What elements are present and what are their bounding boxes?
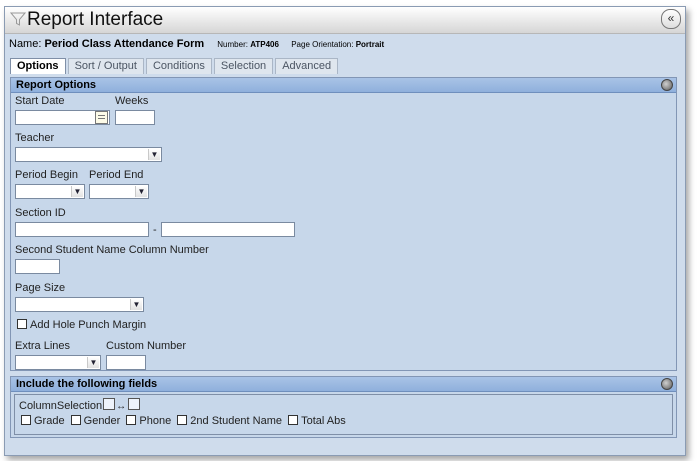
chevron-down-icon: ▼	[148, 149, 160, 160]
number-info: Number: ATP406	[217, 40, 279, 49]
grade-label: Grade	[34, 415, 65, 427]
number-label: Number:	[217, 40, 248, 49]
tab-conditions[interactable]: Conditions	[145, 58, 212, 74]
collapse-circle-icon[interactable]	[661, 79, 673, 91]
total-abs-label: Total Abs	[301, 415, 346, 427]
field-phone: Phone	[126, 415, 171, 427]
second-student-column-input[interactable]	[15, 259, 60, 274]
funnel-icon	[10, 12, 26, 26]
checklist-icon[interactable]	[128, 398, 141, 410]
report-name-bar: Name: Period Class Attendance Form Numbe…	[9, 38, 384, 50]
start-date-label: Start Date	[15, 95, 65, 107]
column-selection-label: ColumnSelection	[19, 400, 103, 412]
phone-label: Phone	[139, 415, 172, 427]
hole-punch-checkbox[interactable]	[17, 319, 27, 329]
grade-checkbox[interactable]	[21, 415, 31, 425]
total-abs-checkbox[interactable]	[288, 415, 299, 425]
tab-selection[interactable]: Selection	[213, 58, 274, 74]
period-begin-label: Period Begin	[15, 169, 78, 181]
second-student-name-checkbox[interactable]	[177, 415, 188, 425]
orientation-info: Page Orientation: Portrait	[291, 40, 384, 49]
report-name: Period Class Attendance Form	[44, 38, 205, 50]
chevron-down-icon: ▼	[130, 299, 142, 310]
custom-number-label: Custom Number	[106, 340, 187, 352]
include-fields-title: Include the following fields	[16, 378, 158, 390]
window-title: Report Interface	[27, 9, 164, 30]
report-options-header: Report Options	[11, 78, 676, 93]
name-label: Name:	[9, 38, 42, 50]
field-gender: Gender	[70, 415, 121, 427]
teacher-label: Teacher	[15, 132, 55, 144]
column-selection-row: ColumnSelection ↔	[19, 398, 141, 412]
chevron-down-icon: ▼	[135, 186, 147, 197]
start-date-input[interactable]	[15, 110, 110, 125]
column-selection-box: ColumnSelection ↔ Grade Gender Phone 2nd …	[14, 394, 673, 435]
weeks-label: Weeks	[115, 95, 149, 107]
custom-number-input[interactable]	[106, 355, 146, 370]
section-id-from-input[interactable]	[15, 222, 149, 237]
report-interface-window: Report Interface « Name: Period Class At…	[4, 6, 686, 456]
orientation-label: Page Orientation:	[291, 40, 354, 49]
field-2nd-student-name: 2nd Student Name	[177, 415, 282, 427]
section-id-label: Section ID	[15, 207, 66, 219]
tab-bar: Options Sort / Output Conditions Selecti…	[10, 58, 340, 74]
section-id-to-input[interactable]	[161, 222, 295, 237]
hole-punch-label: Add Hole Punch Margin	[30, 319, 147, 331]
weeks-input[interactable]	[115, 110, 155, 125]
collapse-button[interactable]: «	[661, 9, 681, 29]
page-size-label: Page Size	[15, 282, 66, 294]
field-grade: Grade	[21, 415, 65, 427]
report-number: ATP406	[250, 40, 279, 49]
hole-punch-row: Add Hole Punch Margin	[17, 319, 146, 331]
swap-arrows-icon[interactable]: ↔	[116, 401, 126, 412]
section-id-dash: -	[153, 224, 157, 236]
title-bar: Report Interface «	[5, 7, 685, 34]
gender-checkbox[interactable]	[70, 415, 81, 425]
include-fields-panel: Include the following fields ColumnSelec…	[10, 376, 677, 438]
second-student-column-label: Second Student Name Column Number	[15, 244, 209, 256]
report-options-panel: Report Options Start Date Weeks Teacher …	[10, 77, 677, 371]
period-end-select[interactable]: ▼	[89, 184, 149, 199]
page-size-select[interactable]: ▼	[15, 297, 144, 312]
include-fields-header: Include the following fields	[11, 377, 676, 392]
phone-checkbox[interactable]	[126, 415, 137, 425]
extra-lines-select[interactable]: ▼	[15, 355, 101, 370]
tab-advanced[interactable]: Advanced	[275, 58, 339, 74]
chevron-down-icon: ▼	[71, 186, 83, 197]
chevron-down-icon: ▼	[87, 357, 99, 368]
collapse-circle-icon[interactable]	[661, 378, 673, 390]
tab-sort-output[interactable]: Sort / Output	[67, 58, 144, 74]
period-end-label: Period End	[89, 169, 144, 181]
calendar-icon[interactable]	[95, 111, 108, 124]
report-orientation: Portrait	[355, 40, 385, 49]
fields-checkbox-row: Grade Gender Phone 2nd Student Name Tota…	[21, 415, 349, 427]
period-begin-select[interactable]: ▼	[15, 184, 85, 199]
gender-label: Gender	[83, 415, 121, 427]
teacher-select[interactable]: ▼	[15, 147, 162, 162]
second-student-name-label: 2nd Student Name	[190, 415, 283, 427]
tab-options[interactable]: Options	[10, 58, 66, 74]
report-options-title: Report Options	[16, 79, 97, 91]
list-icon[interactable]	[103, 398, 116, 410]
field-total-abs: Total Abs	[288, 415, 346, 427]
extra-lines-label: Extra Lines	[15, 340, 71, 352]
